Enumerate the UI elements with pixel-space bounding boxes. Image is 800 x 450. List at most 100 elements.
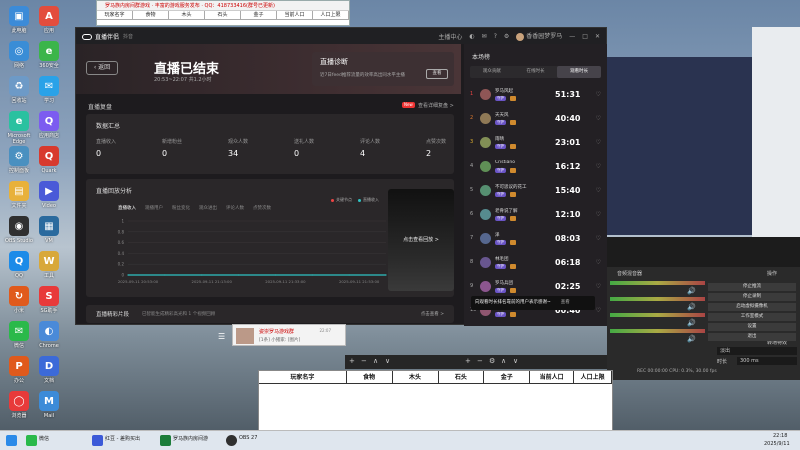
help-icon[interactable]: ? bbox=[494, 33, 497, 40]
speaker-icon[interactable]: 🔊 bbox=[687, 319, 696, 327]
obs-control-button[interactable]: 工作室模式 bbox=[708, 313, 796, 321]
obs-preview[interactable] bbox=[607, 57, 752, 235]
desktop-icon[interactable]: ▣ 此电脑 bbox=[2, 6, 36, 34]
review-detail-link[interactable]: 查看详细复盘 > bbox=[418, 102, 454, 109]
heart-icon[interactable]: ♡ bbox=[596, 139, 601, 146]
start-icon[interactable] bbox=[6, 435, 17, 446]
desktop-icon[interactable]: ↻ 小米 bbox=[2, 286, 36, 314]
tab-watch-time[interactable]: 观看时长 bbox=[557, 66, 602, 78]
desktop-icon[interactable]: e Microsoft Edge bbox=[2, 111, 36, 145]
trend-tab[interactable]: 直播收入 bbox=[118, 205, 136, 211]
maximize-icon[interactable]: □ bbox=[582, 33, 588, 40]
ranking-row[interactable]: 7 泽守护 08:03 ♡ bbox=[470, 230, 602, 252]
down-icon[interactable]: ∨ bbox=[513, 357, 518, 365]
desktop-icon[interactable]: Q 应用商店 bbox=[32, 111, 66, 139]
taskbar-item-sheet[interactable]: 罗马族内房间游 bbox=[173, 435, 208, 442]
tab-contribution[interactable]: 观众贡献 bbox=[470, 66, 514, 78]
trend-tab[interactable]: 粉丝变化 bbox=[172, 205, 190, 211]
spreadsheet-icon[interactable] bbox=[160, 435, 171, 446]
ranking-row[interactable]: 3 雨晴 守护 23:01 ♡ bbox=[470, 134, 602, 156]
trend-tab[interactable]: 点赞次数 bbox=[253, 205, 271, 211]
wechat-icon[interactable] bbox=[26, 435, 37, 446]
obs-icon[interactable] bbox=[226, 435, 237, 446]
desktop-icon[interactable]: ✉ 学习 bbox=[32, 76, 66, 104]
heart-icon[interactable]: ♡ bbox=[596, 211, 601, 218]
add-icon[interactable]: + bbox=[349, 357, 355, 365]
obs-control-button[interactable]: 启动虚拟摄像机 bbox=[708, 303, 796, 311]
trend-tab[interactable]: 评论人数 bbox=[226, 205, 244, 211]
live-companion-window[interactable]: 直播伴侣 抖音 主播中心 ◐ ✉ ? ⚙ 香香园梦罗马 — □ ✕ ‹ 返回 直… bbox=[75, 27, 607, 326]
add-icon[interactable]: + bbox=[465, 357, 471, 365]
message-icon[interactable]: ✉ bbox=[482, 33, 487, 40]
obs-side-window[interactable] bbox=[752, 27, 800, 237]
duration-input[interactable]: 300 ms bbox=[737, 357, 797, 365]
heart-icon[interactable]: ♡ bbox=[596, 115, 601, 122]
tooltip-view-button[interactable]: 查看 bbox=[561, 300, 570, 305]
obs-control-button[interactable]: 设置 bbox=[708, 323, 796, 331]
gear-icon[interactable]: ⚙ bbox=[489, 357, 495, 365]
close-icon[interactable]: ✕ bbox=[595, 33, 600, 40]
desktop-icon[interactable]: S SG助手 bbox=[32, 286, 66, 314]
transition-select[interactable]: 淡出 bbox=[717, 347, 797, 355]
minimize-icon[interactable]: — bbox=[569, 33, 575, 40]
replay-thumbnail[interactable]: 点击查看回放 > bbox=[388, 189, 454, 291]
heart-icon[interactable]: ♡ bbox=[596, 163, 601, 170]
app-icon[interactable] bbox=[92, 435, 103, 446]
ranking-row[interactable]: 4 Cristiano 守护 16:12 ♡ bbox=[470, 158, 602, 180]
desktop-icon[interactable]: ▶ Video bbox=[32, 181, 66, 209]
taskbar-item-hongdou[interactable]: 红豆 - 差购买出 bbox=[105, 435, 140, 442]
service-icon[interactable]: ◐ bbox=[469, 33, 474, 40]
desktop-icon[interactable]: ▤ 文件夹 bbox=[2, 181, 36, 209]
desktop-icon[interactable]: P 办公 bbox=[2, 356, 36, 384]
desktop-icon[interactable]: ♻ 回收站 bbox=[2, 76, 36, 104]
ranking-row[interactable]: 2 天天风 守护 40:40 ♡ bbox=[470, 110, 602, 132]
desktop-icon[interactable]: ◎ 网络 bbox=[2, 41, 36, 69]
taskbar-item-obs[interactable]: OBS 27 bbox=[239, 435, 257, 441]
top-spreadsheet-window[interactable]: 罗马族内房间群游戏 · 丰富的游戏服务发布 · QQ：418733416(群号已… bbox=[96, 0, 350, 26]
desktop-icon[interactable]: ◐ Chrome bbox=[32, 321, 66, 349]
remove-icon[interactable]: − bbox=[361, 357, 367, 365]
obs-control-button[interactable]: 停止录制 bbox=[708, 293, 796, 301]
desktop-icon[interactable]: W 工具 bbox=[32, 251, 66, 279]
trend-tab[interactable]: 观播用户 bbox=[145, 205, 163, 211]
tab-online-time[interactable]: 在线时长 bbox=[514, 66, 558, 78]
up-icon[interactable]: ∧ bbox=[501, 357, 506, 365]
desktop-icon[interactable]: ✉ 微信 bbox=[2, 321, 36, 349]
menu-icon[interactable]: ☰ bbox=[218, 332, 225, 341]
heart-icon[interactable]: ♡ bbox=[596, 187, 601, 194]
desktop-icon[interactable]: e 360安全 bbox=[32, 41, 66, 69]
chat-notification[interactable]: 姿崇罗马游戏群 [1条] 小猪家: [图片] 22:07 bbox=[232, 324, 346, 346]
heart-icon[interactable]: ♡ bbox=[596, 91, 601, 98]
obs-control-button[interactable]: 退出 bbox=[708, 333, 796, 341]
replay-link[interactable]: 点击查看回放 > bbox=[388, 236, 454, 243]
desktop-icon[interactable]: ▦ VM bbox=[32, 216, 66, 244]
back-button[interactable]: ‹ 返回 bbox=[86, 61, 118, 75]
stop-stream-button[interactable]: 停止推流 bbox=[708, 283, 796, 291]
remove-icon[interactable]: − bbox=[477, 357, 483, 365]
clips-link[interactable]: 点击查看 > bbox=[421, 311, 444, 317]
desktop-icon[interactable]: D 文档 bbox=[32, 356, 66, 384]
speaker-icon[interactable]: 🔊 bbox=[687, 335, 696, 343]
desktop-icon[interactable]: Q QQ bbox=[2, 251, 36, 279]
desktop-icon[interactable]: A 应用 bbox=[32, 6, 66, 34]
taskbar-item-wechat[interactable]: 微信 bbox=[39, 435, 49, 442]
down-icon[interactable]: ∨ bbox=[385, 357, 390, 365]
heart-icon[interactable]: ♡ bbox=[596, 307, 601, 314]
speaker-icon[interactable]: 🔊 bbox=[687, 287, 696, 295]
diagnosis-view-button[interactable]: 查看 bbox=[426, 69, 448, 79]
ranking-row[interactable]: 8 林毛团 守护 06:18 ♡ bbox=[470, 254, 602, 276]
ranking-row[interactable]: 5 不可思议的花工 守护 15:40 ♡ bbox=[470, 182, 602, 204]
desktop-icon[interactable]: ◯ 浏览器 bbox=[2, 391, 36, 419]
heart-icon[interactable]: ♡ bbox=[596, 283, 601, 290]
ranking-row[interactable]: 1 罗马风起 守护 51:31 ♡ bbox=[470, 86, 602, 108]
trend-tab[interactable]: 观众进出 bbox=[199, 205, 217, 211]
user-menu[interactable]: 香香园梦罗马 bbox=[516, 31, 562, 41]
desktop-icon[interactable]: M Mail bbox=[32, 391, 66, 419]
desktop-icon[interactable]: ◉ OBS Studio bbox=[2, 216, 36, 244]
clips-card[interactable]: 直播精彩片段 已智能生成精彩高光和 1 个视频回顾 点击查看 > bbox=[86, 305, 454, 323]
heart-icon[interactable]: ♡ bbox=[596, 235, 601, 242]
creator-center-link[interactable]: 主播中心 bbox=[438, 32, 462, 41]
up-icon[interactable]: ∧ bbox=[373, 357, 378, 365]
desktop-icon[interactable]: ⚙ 控制面板 bbox=[2, 146, 36, 174]
desktop-icon[interactable]: Q Quark bbox=[32, 146, 66, 174]
